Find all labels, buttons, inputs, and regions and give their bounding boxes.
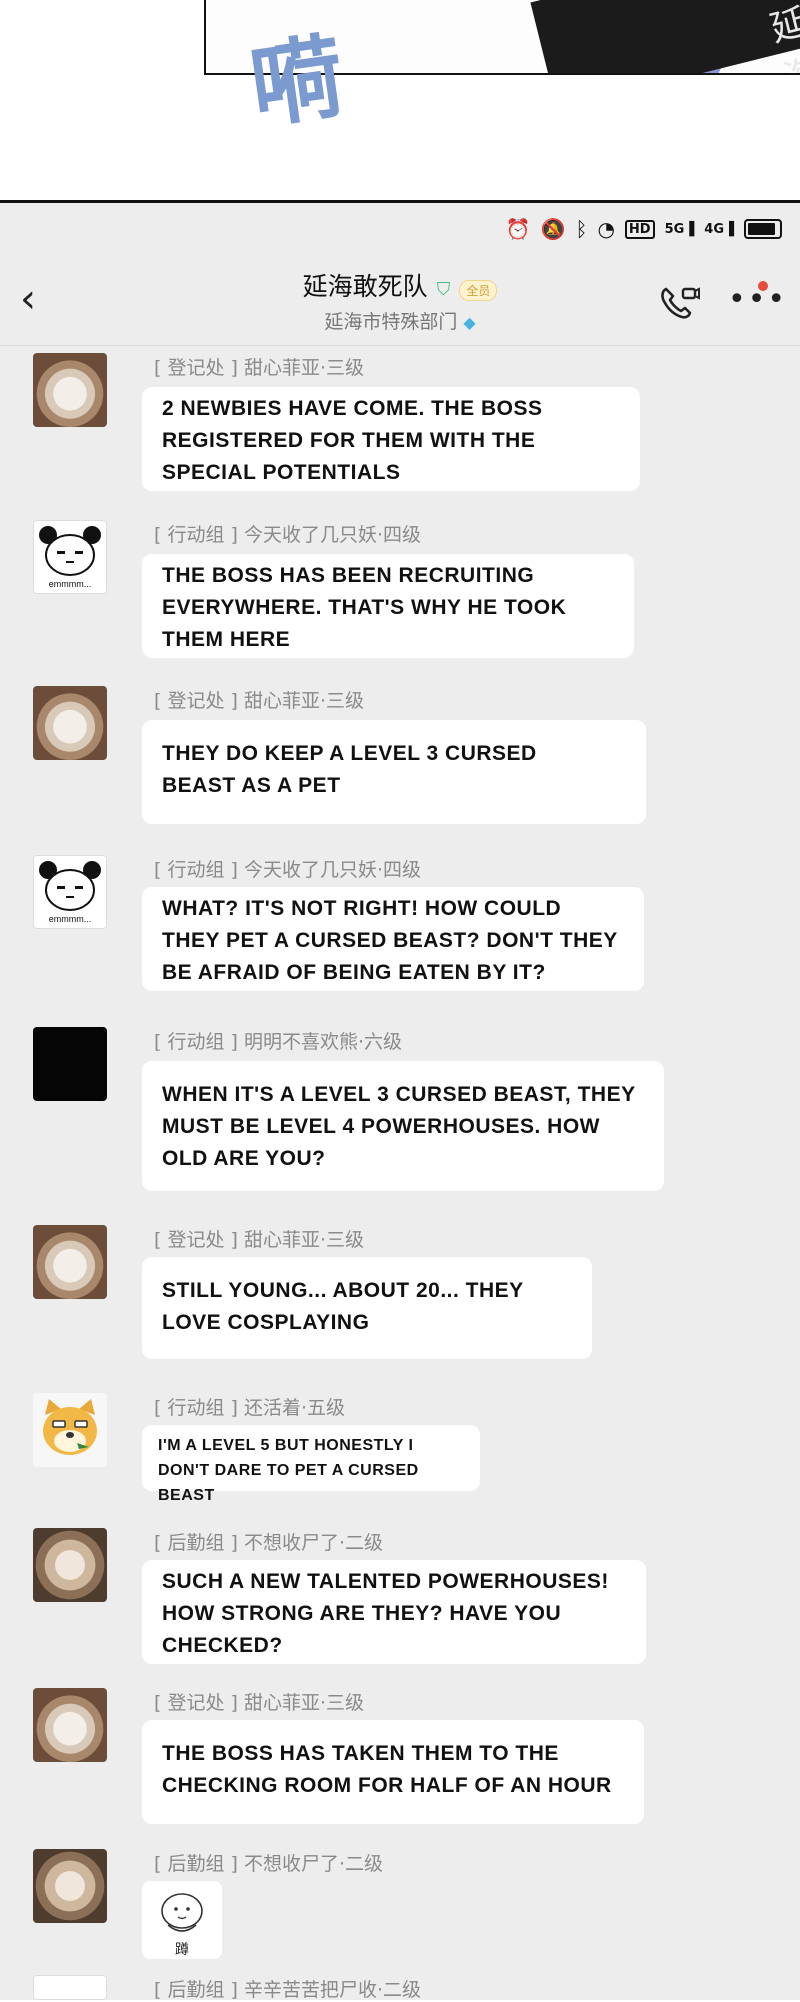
signal-5g-icon: 5G▐ bbox=[664, 221, 695, 237]
chat-subtitle: 延海市特殊部门 bbox=[324, 311, 458, 333]
status-icons: ⏰ 🔕 ᛒ ◔ HD 5G▐ 4G▐ bbox=[506, 217, 782, 241]
panda-avatar[interactable]: emmmm... bbox=[33, 520, 107, 594]
status-bar: ⏰ 🔕 ᛒ ◔ HD 5G▐ 4G▐ bbox=[0, 203, 800, 259]
sender-name: [ 后勤组 ] 不想收尸了·二级 bbox=[154, 1853, 383, 1875]
cat-avatar[interactable] bbox=[33, 686, 107, 760]
alarm-icon: ⏰ bbox=[505, 217, 531, 241]
message-bubble[interactable]: SUCH A NEW TALENTED POWERHOUSES! HOW STR… bbox=[142, 1560, 646, 1664]
message-bubble[interactable]: THEY DO KEEP A LEVEL 3 CURSED BEAST AS A… bbox=[142, 720, 646, 824]
message-bubble[interactable]: I'M A LEVEL 5 BUT HONESTLY I DON'T DARE … bbox=[142, 1425, 480, 1504]
doge-avatar[interactable] bbox=[33, 1393, 107, 1467]
hd-icon: HD bbox=[624, 219, 655, 239]
signal-4g-icon: 4G▐ bbox=[704, 221, 734, 237]
squat-figure-icon: 蹲 bbox=[161, 1893, 203, 1958]
more-options-button[interactable]: ••• bbox=[728, 285, 787, 315]
member-badge: 全员 bbox=[459, 280, 498, 301]
cat-avatar[interactable] bbox=[33, 353, 107, 427]
sender-name: [ 登记处 ] 甜心菲亚·三级 bbox=[154, 690, 364, 712]
message-bubble[interactable]: STILL YOUNG... ABOUT 20... THEY LOVE COS… bbox=[142, 1257, 592, 1359]
kitten-avatar[interactable] bbox=[33, 1849, 107, 1923]
black-avatar[interactable] bbox=[33, 1027, 107, 1101]
cat-avatar[interactable] bbox=[33, 1225, 107, 1299]
sender-name: [ 行动组 ] 明明不喜欢熊·六级 bbox=[154, 1031, 402, 1053]
squat-sticker[interactable]: 蹲 bbox=[142, 1881, 222, 1959]
doge-face-icon bbox=[43, 1399, 97, 1455]
cat-avatar[interactable] bbox=[33, 1688, 107, 1762]
kitten-avatar[interactable] bbox=[33, 1528, 107, 1602]
chat-screen: ⏰ 🔕 ᛒ ◔ HD 5G▐ 4G▐ ‹ 延海敢死队 ⛉ 全员 延海市特殊部门 … bbox=[0, 203, 800, 2001]
svg-text:emmmm...: emmmm... bbox=[49, 579, 92, 589]
sender-name: [ 登记处 ] 甜心菲亚·三级 bbox=[154, 1692, 364, 1714]
panda-face-icon: emmmm... bbox=[39, 861, 101, 924]
message-bubble[interactable]: WHAT? IT'S NOT RIGHT! HOW COULD THEY PET… bbox=[142, 887, 644, 991]
comic-sfx: 嗬 bbox=[243, 22, 347, 142]
shield-icon: ⛉ bbox=[436, 279, 451, 300]
sender-name: [ 行动组 ] 今天收了几只妖·四级 bbox=[154, 859, 421, 881]
mute-icon: 🔕 bbox=[540, 217, 566, 241]
phone-call-icon[interactable] bbox=[656, 281, 700, 325]
sender-name: [ 登记处 ] 甜心菲亚·三级 bbox=[154, 357, 364, 379]
sender-name: [ 后勤组 ] 辛辛苦苦把尸收·二级 bbox=[154, 1979, 421, 2001]
message-bubble[interactable]: THE BOSS HAS BEEN RECRUITING EVERYWHERE.… bbox=[142, 554, 634, 658]
message-bubble[interactable]: THE BOSS HAS TAKEN THEM TO THE CHECKING … bbox=[142, 1720, 644, 1824]
panda-face-icon: emmmm... bbox=[39, 526, 101, 589]
header-divider bbox=[0, 345, 800, 346]
comic-dark-band bbox=[530, 0, 800, 73]
bluetooth-icon: ᛒ bbox=[575, 217, 588, 241]
diamond-icon: ◆ bbox=[463, 313, 476, 332]
comic-panel: 延海 嗬 bbox=[0, 0, 800, 205]
sender-name: [ 行动组 ] 还活着·五级 bbox=[154, 1397, 345, 1419]
message-bubble[interactable]: WHEN IT'S A LEVEL 3 CURSED BEAST, THEY M… bbox=[142, 1061, 664, 1191]
sender-name: [ 登记处 ] 甜心菲亚·三级 bbox=[154, 1229, 364, 1251]
panda-avatar[interactable]: emmmm... bbox=[33, 855, 107, 929]
chat-title: 延海敢死队 bbox=[302, 272, 428, 301]
wifi-icon: ◔ bbox=[597, 217, 615, 241]
message-bubble[interactable]: 2 NEWBIES HAVE COME. THE BOSS REGISTERED… bbox=[142, 387, 640, 491]
sender-name: [ 行动组 ] 今天收了几只妖·四级 bbox=[154, 524, 421, 546]
svg-text:蹲: 蹲 bbox=[175, 1942, 189, 1958]
notification-dot bbox=[758, 281, 768, 291]
svg-text:emmmm...: emmmm... bbox=[49, 914, 92, 924]
chat-header: ‹ 延海敢死队 ⛉ 全员 延海市特殊部门 ◆ ••• bbox=[0, 259, 800, 345]
sender-name: [ 后勤组 ] 不想收尸了·二级 bbox=[154, 1532, 383, 1554]
sticker-avatar[interactable] bbox=[33, 1975, 107, 2000]
battery-icon bbox=[744, 219, 782, 239]
